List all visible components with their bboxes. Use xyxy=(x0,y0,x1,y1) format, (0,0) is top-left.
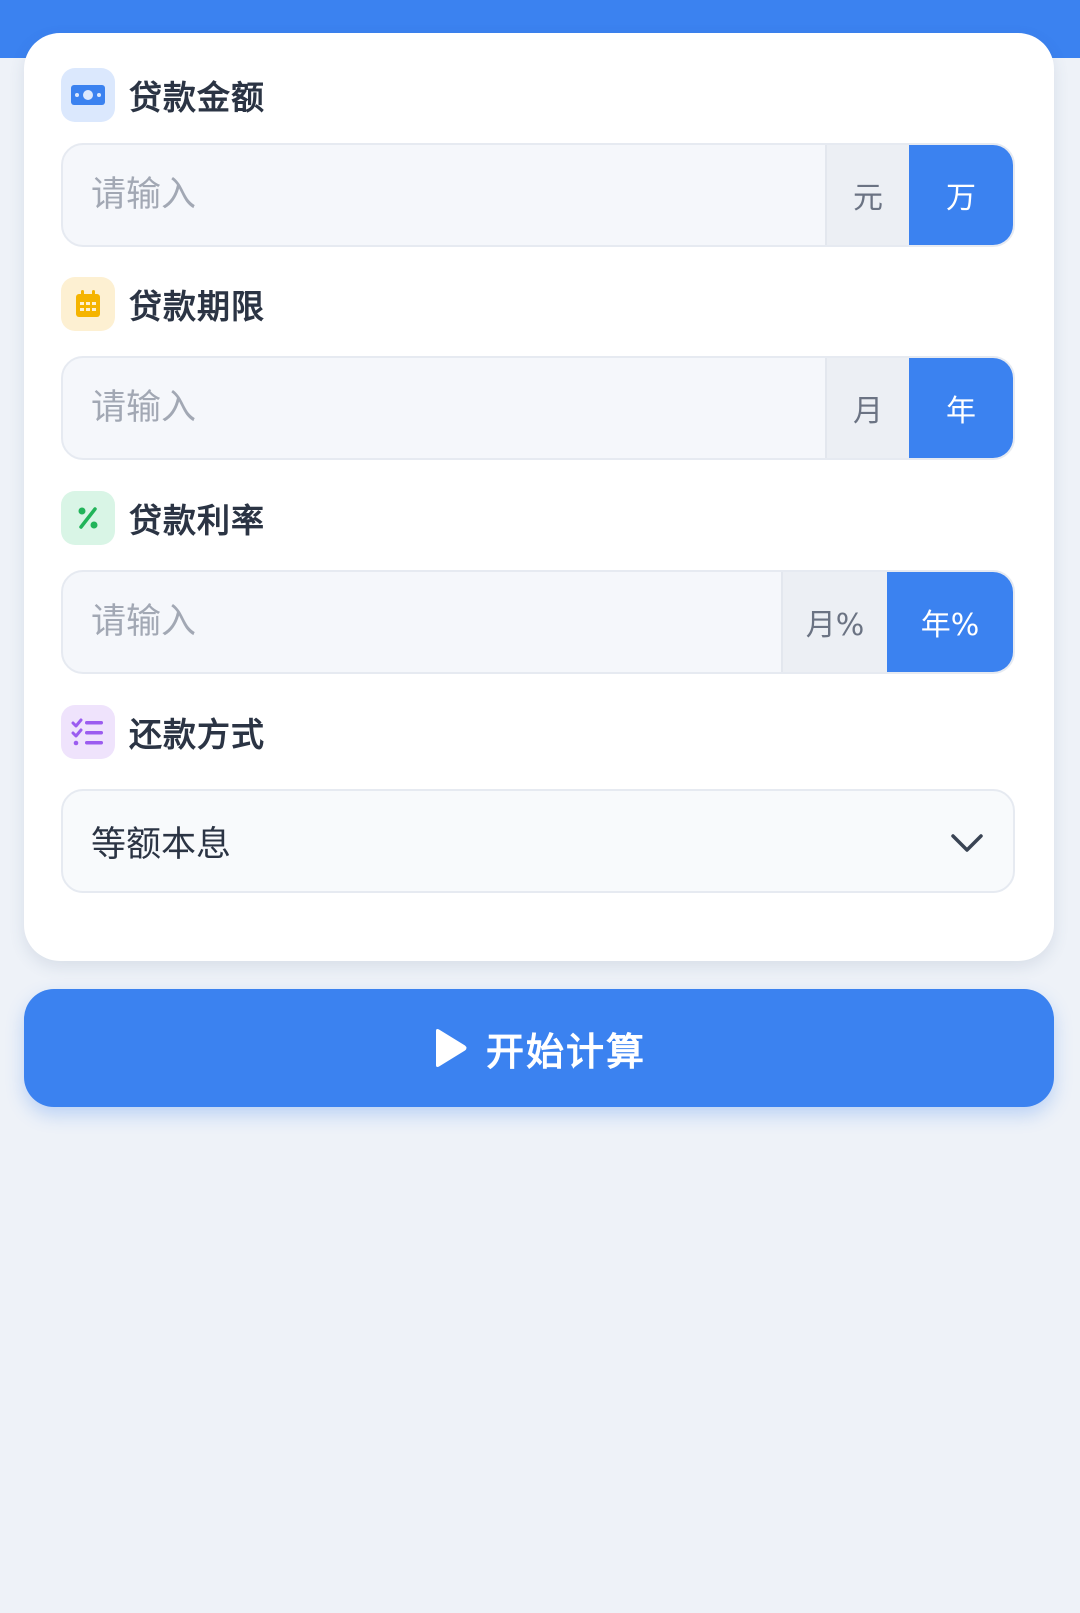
amount-label-row: 贷款金额 xyxy=(61,68,265,122)
chevron-down-icon xyxy=(951,834,983,852)
play-icon xyxy=(435,1029,467,1067)
method-select-value: 等额本息 xyxy=(91,824,232,865)
list-check-icon xyxy=(61,705,115,759)
amount-field: 元 万 xyxy=(61,143,1015,247)
term-field: 月 年 xyxy=(61,356,1015,460)
percent-icon xyxy=(61,491,115,545)
cash-icon xyxy=(61,68,115,122)
rate-unit-monthly-button[interactable]: 月% xyxy=(781,572,887,672)
term-unit-month-button[interactable]: 月 xyxy=(825,358,909,458)
amount-input[interactable] xyxy=(63,145,825,245)
term-unit-year-button[interactable]: 年 xyxy=(909,358,1013,458)
amount-unit-wan-button[interactable]: 万 xyxy=(909,145,1013,245)
start-calculation-button[interactable]: 开始计算 xyxy=(24,989,1054,1107)
calendar-icon xyxy=(61,277,115,331)
loan-form-card: 贷款金额 元 万 贷款期限 月 年 xyxy=(24,33,1054,961)
method-select[interactable]: 等额本息 xyxy=(61,789,1015,893)
term-input[interactable] xyxy=(63,358,825,458)
method-label-row: 还款方式 xyxy=(61,705,265,759)
rate-label: 贷款利率 xyxy=(129,501,265,540)
rate-input[interactable] xyxy=(63,572,781,672)
method-label: 还款方式 xyxy=(129,715,265,754)
amount-unit-yuan-button[interactable]: 元 xyxy=(825,145,909,245)
rate-label-row: 贷款利率 xyxy=(61,491,265,545)
rate-field: 月% 年% xyxy=(61,570,1015,674)
start-calculation-label: 开始计算 xyxy=(485,1029,646,1074)
term-label: 贷款期限 xyxy=(129,287,265,326)
rate-unit-yearly-button[interactable]: 年% xyxy=(887,572,1013,672)
term-label-row: 贷款期限 xyxy=(61,277,265,331)
amount-label: 贷款金额 xyxy=(129,78,265,117)
